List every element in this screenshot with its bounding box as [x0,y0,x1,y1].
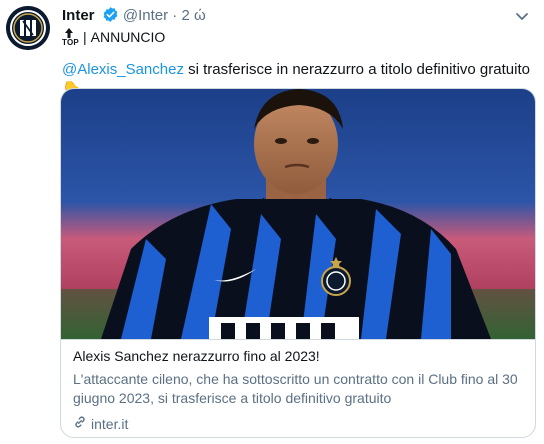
author-name[interactable]: Inter [62,7,95,24]
tweet-body: si trasferisce in nerazzurro a titolo de… [183,61,530,78]
tweet-header: Inter @Inter · 2 ώ [62,6,544,26]
link-preview-card[interactable]: Alexis Sanchez nerazzurro fino al 2023! … [60,88,536,438]
top-arrow-icon: TOP [62,27,79,47]
verified-badge-icon [102,6,119,27]
inter-logo-icon [6,6,50,50]
card-body: Alexis Sanchez nerazzurro fino al 2023! … [61,339,535,437]
announcement-separator: | [83,29,87,45]
card-description: L'attaccante cileno, che ha sottoscritto… [73,371,518,406]
card-title[interactable]: Alexis Sanchez nerazzurro fino al 2023! [73,348,320,364]
card-domain[interactable]: inter.it [73,415,128,432]
player-photo [61,89,535,339]
top-label: TOP [62,38,79,47]
chevron-down-icon[interactable] [514,8,530,24]
author-handle[interactable]: @Inter [123,7,168,24]
card-domain-text: inter.it [91,415,129,432]
separator-dot: · [172,7,178,24]
announcement-label: ANNUNCIO [90,29,166,45]
timestamp[interactable]: 2 ώ [181,7,205,24]
link-icon [73,415,87,432]
announcement-line: TOP | ANNUNCIO [62,26,165,48]
avatar[interactable] [6,6,50,50]
mention-link[interactable]: @Alexis_Sanchez [62,61,184,78]
